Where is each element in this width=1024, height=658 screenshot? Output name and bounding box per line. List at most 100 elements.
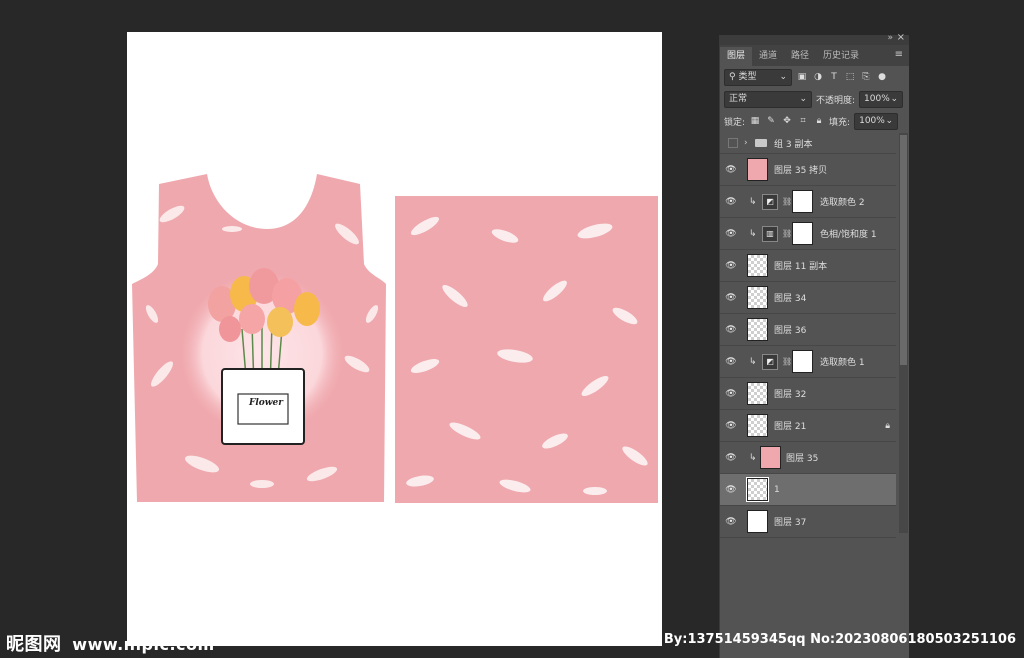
layer-name: 图层 35 拷贝 [774,166,828,176]
lock-pixels-icon[interactable]: ✎ [765,115,777,127]
layer-thumbnail [747,414,768,437]
eye-icon[interactable]: 👁︎ [724,197,738,207]
lock-transparency-icon[interactable]: ▦ [749,115,761,127]
layer-row[interactable]: 👁︎ 图层 35 拷贝 [720,154,896,186]
adjustment-filter-icon[interactable]: ◑ [812,71,824,83]
blend-mode-value: 正常 [729,93,748,104]
layer-row[interactable]: 👁︎ 图层 37 [720,506,896,538]
lock-label: 锁定: [724,117,746,128]
chevron-down-icon: ⌄ [885,115,894,126]
layer-name: 选取颜色 2 [820,198,865,208]
layer-name: 1 [774,484,780,495]
layer-row[interactable]: 👁︎ ↳ ▥ ⛓︎ 色相/饱和度 1 [720,218,896,250]
chevron-right-icon[interactable]: › [744,138,748,148]
layer-row[interactable]: 👁︎ ↳ ◩ ⛓︎ 选取颜色 1 [720,346,896,378]
eye-icon[interactable]: 👁︎ [724,325,738,335]
image-filter-icon[interactable]: ▣ [796,71,808,83]
folder-icon [755,139,767,147]
opacity-input[interactable]: 100% ⌄ [859,90,904,108]
lock-all-icon[interactable]: 🔒︎ [813,115,825,127]
layer-name: 选取颜色 1 [820,358,865,368]
layer-row[interactable]: 👁︎ 图层 11 副本 [720,250,896,282]
layers-scrollbar[interactable] [899,133,908,533]
watermark: 昵图网 www.nipic.com [6,630,215,656]
lock-position-icon[interactable]: ✥ [781,115,793,127]
layer-row[interactable]: 👁︎ ↳ 图层 35 [720,442,896,474]
lock-icon: 🔒︎ [885,420,890,431]
fill-label: 填充: [829,117,851,128]
lock-artboard-icon[interactable]: ⌗ [797,115,809,127]
close-icon[interactable]: × [897,32,905,43]
layer-row[interactable]: 👁︎ 1 [720,474,896,506]
fill-value: 100% [859,115,885,126]
vest-mockup [132,174,386,502]
layer-thumbnail [747,382,768,405]
layer-name: 图层 11 副本 [774,262,828,272]
filter-row: ⚲ 类型 ⌄ ▣ ◑ T ⬚ ⎘ ● [720,66,909,88]
smart-object-filter-icon[interactable]: ⎘ [860,71,872,83]
watermark-site: 昵图网 [6,634,62,655]
layer-row[interactable]: 👁︎ ↳ ◩ ⛓︎ 选取颜色 2 [720,186,896,218]
layers-panel: » × 图层 通道 路径 历史记录 ≡ ⚲ 类型 ⌄ ▣ ◑ T ⬚ ⎘ ● 正常… [719,32,909,658]
layer-row[interactable]: › 组 3 副本 [720,133,896,154]
eye-icon[interactable]: 👁︎ [724,165,738,175]
link-icon[interactable]: ⛓︎ [782,357,792,366]
hue-saturation-icon: ▥ [762,225,778,242]
panel-menu-icon[interactable]: ≡ [895,49,903,60]
filter-toggle-icon[interactable]: ● [876,71,888,83]
eye-icon[interactable]: 👁︎ [724,357,738,367]
chevron-down-icon: ⌄ [799,93,807,104]
tab-layers[interactable]: 图层 [720,47,753,66]
layer-row[interactable]: 👁︎ 图层 32 [720,378,896,410]
filter-type-select[interactable]: ⚲ 类型 ⌄ [724,68,792,86]
clip-arrow-icon: ↳ [749,228,757,239]
eye-icon[interactable]: 👁︎ [724,517,738,527]
eye-icon[interactable]: 👁︎ [724,485,738,495]
layers-list: › 组 3 副本 👁︎ 图层 35 拷贝 👁︎ ↳ ◩ ⛓︎ 选取颜色 2 👁︎… [720,133,896,538]
layer-thumbnail [747,254,768,277]
layer-thumbnail [747,510,768,533]
document-canvas[interactable]: Flower [127,32,662,646]
filter-label: 类型 [738,71,757,82]
layer-mask-thumbnail [792,190,813,213]
eye-icon[interactable]: 👁︎ [724,293,738,303]
collapse-icon[interactable]: » [887,33,893,43]
layer-row[interactable]: 👁︎ 图层 34 [720,282,896,314]
link-icon[interactable]: ⛓︎ [782,229,792,238]
panel-titlebar: » × [720,32,909,45]
fill-input[interactable]: 100% ⌄ [854,112,899,130]
type-filter-icon[interactable]: T [828,71,840,83]
layer-mask-thumbnail [792,222,813,245]
tab-history[interactable]: 历史记录 [816,47,866,66]
layer-thumbnail [747,318,768,341]
eye-icon[interactable]: 👁︎ [724,389,738,399]
eye-icon[interactable]: 👁︎ [724,421,738,431]
visibility-toggle[interactable] [728,138,738,148]
shape-filter-icon[interactable]: ⬚ [844,71,856,83]
eye-icon[interactable]: 👁︎ [724,261,738,271]
selective-color-icon: ◩ [762,353,778,370]
blend-mode-select[interactable]: 正常 ⌄ [724,90,812,108]
eye-icon[interactable]: 👁︎ [724,229,738,239]
chevron-down-icon: ⌄ [890,93,899,104]
tab-channels[interactable]: 通道 [752,47,784,66]
layer-name: 图层 34 [774,294,807,304]
link-icon[interactable]: ⛓︎ [782,197,792,206]
layer-name: 图层 21 [774,422,807,432]
opacity-value: 100% [864,93,890,104]
layer-row[interactable]: 👁︎ 图层 36 [720,314,896,346]
clip-arrow-icon: ↳ [749,452,757,463]
layer-mask-thumbnail [792,350,813,373]
blend-row: 正常 ⌄ 不透明度: 100% ⌄ [720,88,909,110]
panel-tabs: 图层 通道 路径 历史记录 ≡ [720,45,909,66]
lock-row: 锁定: ▦ ✎ ✥ ⌗ 🔒︎ 填充: 100% ⌄ [720,110,909,132]
footer-id: By:13751459345qq No:20230806180503251106 [663,632,1016,647]
layer-thumbnail [747,286,768,309]
opacity-label: 不透明度: [816,95,856,106]
layer-row[interactable]: 👁︎ 图层 21 🔒︎ [720,410,896,442]
scrollbar-thumb[interactable] [900,135,907,365]
layer-name: 图层 35 [786,454,819,464]
clip-arrow-icon: ↳ [749,356,757,367]
eye-icon[interactable]: 👁︎ [724,453,738,463]
tab-paths[interactable]: 路径 [784,47,816,66]
